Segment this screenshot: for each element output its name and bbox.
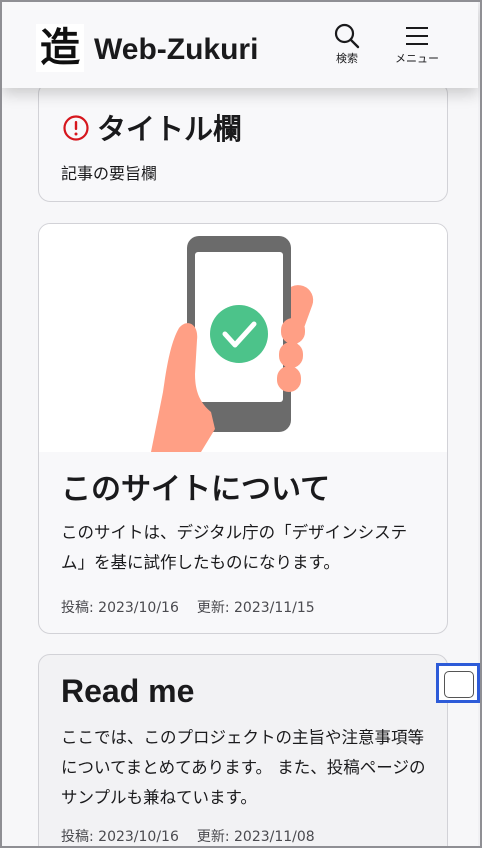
article-card-title[interactable]: タイトル欄 記事の要旨欄 bbox=[38, 82, 448, 202]
card-title: Read me bbox=[61, 673, 195, 709]
checkbox-square bbox=[444, 671, 474, 698]
updated-date: 更新: 2023/11/08 bbox=[196, 829, 315, 845]
focused-checkbox[interactable] bbox=[436, 663, 480, 703]
hero-image bbox=[39, 224, 447, 452]
card-summary: 記事の要旨欄 bbox=[61, 164, 158, 183]
posted-date: 投稿: 2023/10/16 bbox=[61, 600, 179, 616]
page-viewport: タイトル欄 記事の要旨欄 このサイトについて このサイトは、デジタル庁の「デザイ… bbox=[2, 2, 478, 846]
card-title: タイトル欄 bbox=[97, 112, 243, 146]
site-header: 造 Web-Zukuri 検索 メニュー bbox=[2, 2, 478, 88]
article-card-readme[interactable]: Read me ここでは、このプロジェクトの主旨や注意事項等についてまとめてあり… bbox=[38, 654, 448, 846]
card-title: このサイトについて bbox=[61, 472, 331, 507]
updated-date: 更新: 2023/11/15 bbox=[196, 600, 315, 616]
phone-check-illustration bbox=[151, 236, 314, 452]
posted-date: 投稿: 2023/10/16 bbox=[61, 829, 179, 845]
card-description: ここでは、このプロジェクトの主旨や注意事項等についてまとめてあります。 また、投… bbox=[61, 728, 426, 807]
article-card-about[interactable]: このサイトについて このサイトは、デジタル庁の「デザインシステム」を基に試作した… bbox=[38, 223, 448, 634]
search-button[interactable]: 検索 bbox=[315, 22, 379, 78]
menu-button[interactable]: メニュー bbox=[385, 22, 449, 78]
card-meta: 投稿: 2023/10/16 更新: 2023/11/15 bbox=[61, 598, 315, 618]
site-name[interactable]: Web-Zukuri bbox=[94, 30, 258, 70]
hamburger-menu-icon bbox=[406, 27, 428, 45]
site-logo[interactable]: 造 bbox=[36, 24, 84, 72]
menu-label: メニュー bbox=[395, 52, 439, 65]
card-meta: 投稿: 2023/10/16 更新: 2023/11/08 bbox=[61, 827, 315, 846]
alert-icon bbox=[63, 115, 89, 141]
search-icon bbox=[334, 23, 360, 49]
card-description: このサイトは、デジタル庁の「デザインシステム」を基に試作したものになります。 bbox=[61, 523, 408, 572]
search-label: 検索 bbox=[336, 52, 358, 65]
